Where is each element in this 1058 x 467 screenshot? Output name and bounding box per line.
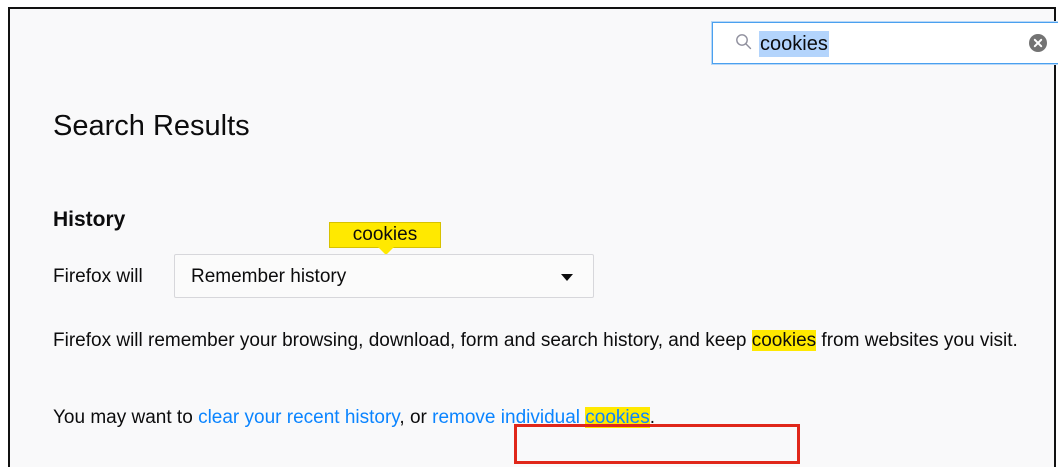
may-want-prefix: You may want to (53, 407, 199, 428)
firefox-will-label: Firefox will (53, 266, 143, 287)
search-input[interactable]: cookies (759, 31, 829, 57)
history-actions-line: You may want to clear your recent histor… (53, 398, 655, 438)
clear-search-icon[interactable] (1029, 34, 1047, 52)
remove-individual-cookies-link[interactable]: remove individual cookies (432, 407, 650, 428)
highlighted-term: cookies (585, 407, 650, 428)
history-description-text: Firefox will remember your browsing, dow… (53, 330, 752, 351)
trailing-period: . (649, 407, 655, 428)
search-icon (736, 34, 752, 50)
search-match-tooltip: cookies (329, 222, 441, 255)
page-title: Search Results (53, 110, 250, 142)
history-description-text-end: from websites you visit. (816, 330, 1018, 351)
search-box[interactable]: cookies (712, 22, 1058, 64)
history-mode-value: Remember history (191, 266, 347, 287)
remove-cookies-link-text: remove individual (432, 407, 586, 428)
chevron-down-icon (561, 274, 573, 281)
comma-or-text: , or (399, 407, 433, 428)
history-mode-select[interactable]: Remember history (174, 254, 594, 298)
clear-recent-history-link[interactable]: clear your recent history (198, 407, 399, 428)
history-description: Firefox will remember your browsing, dow… (53, 321, 1053, 361)
highlighted-term: cookies (751, 330, 817, 351)
history-heading: History (53, 208, 126, 231)
